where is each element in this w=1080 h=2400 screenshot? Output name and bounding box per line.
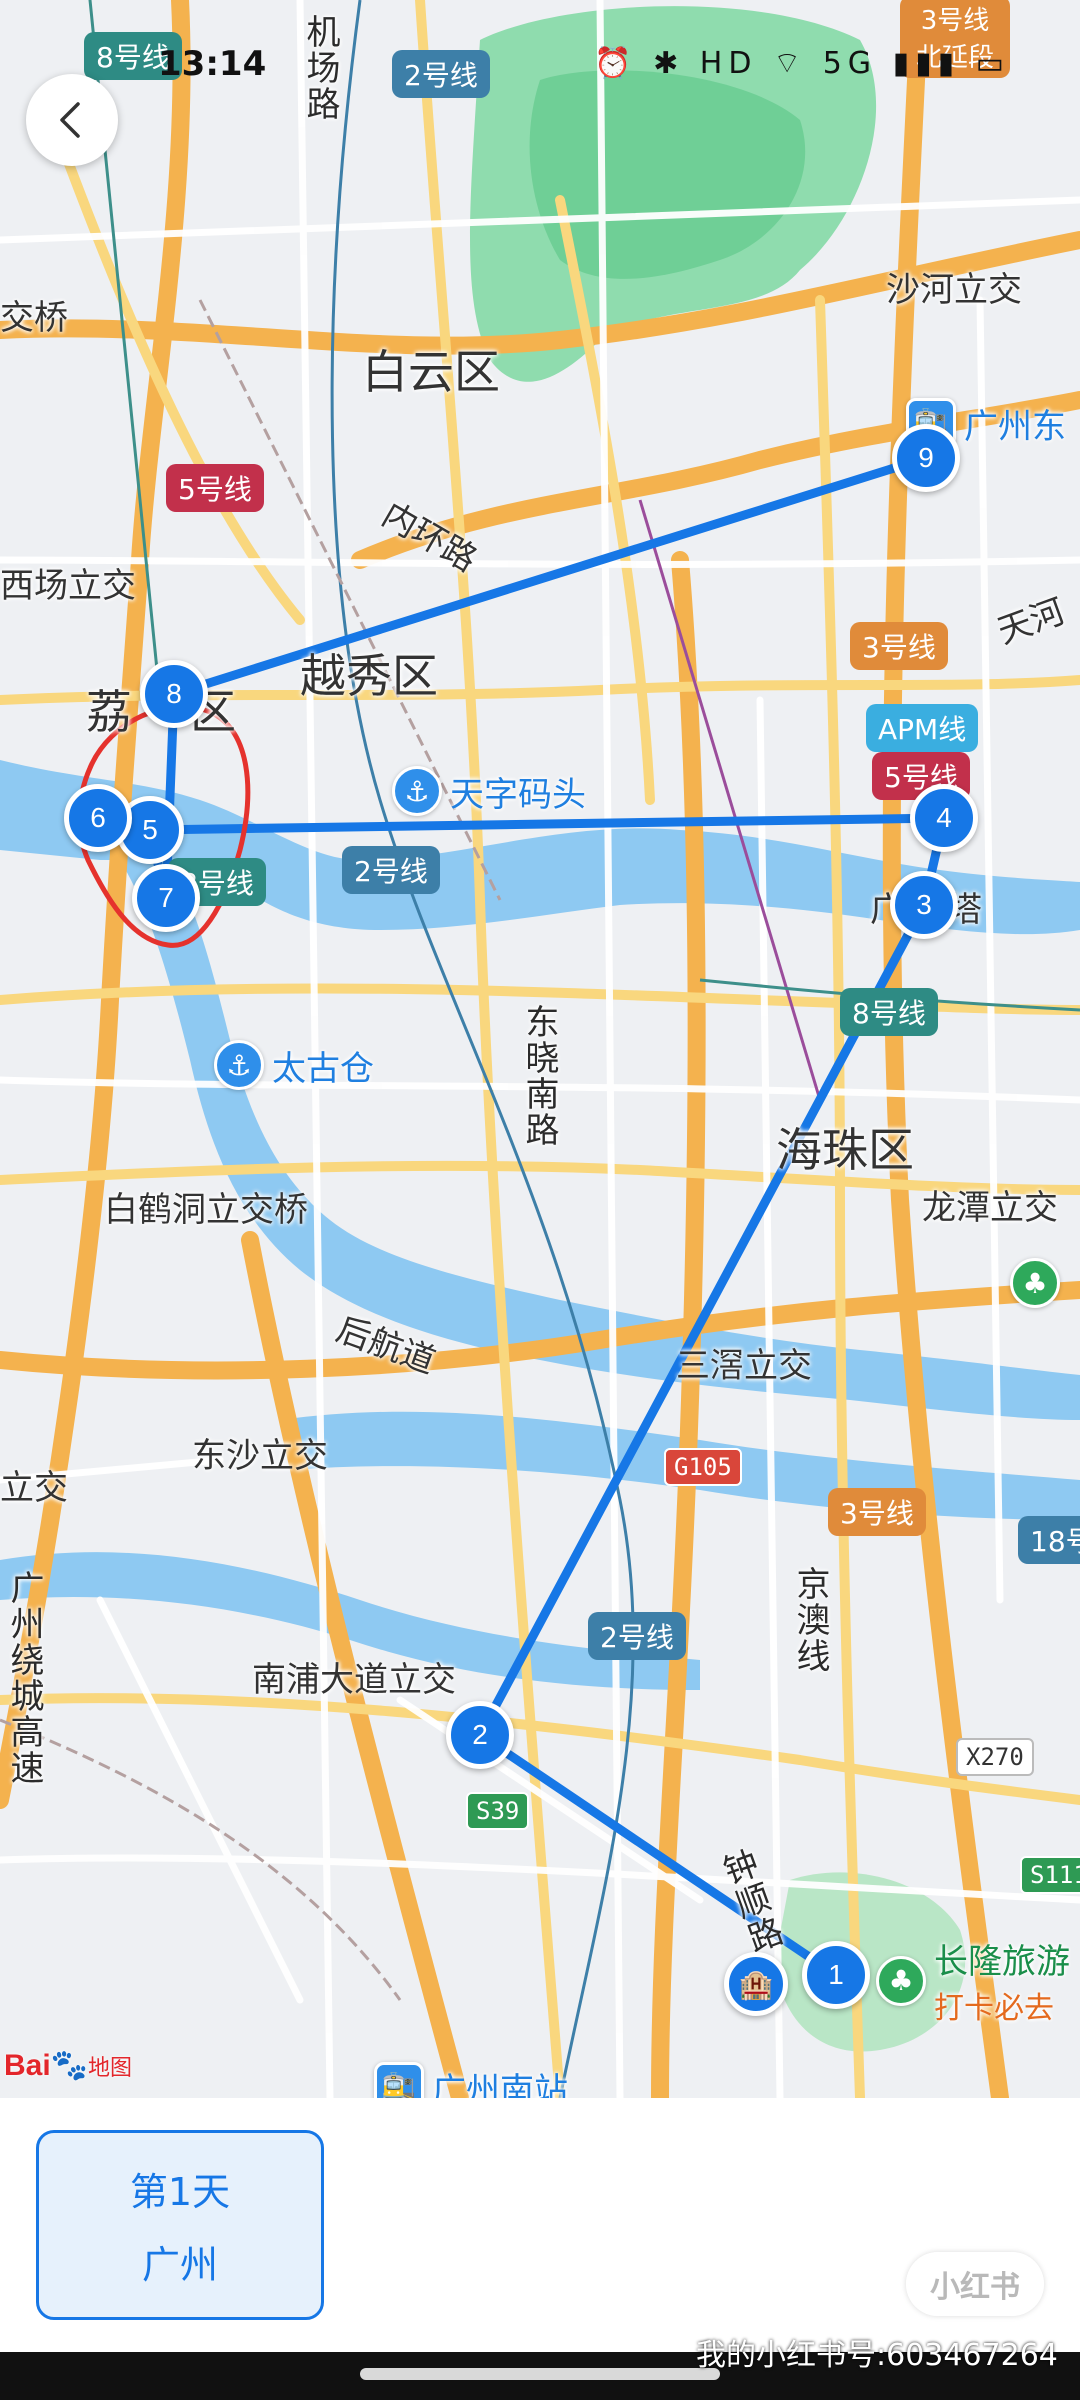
road-label-jingao-line: 京澳线 (790, 1566, 830, 1674)
back-button[interactable] (26, 74, 118, 166)
road-code-x270: X270 (956, 1738, 1034, 1776)
metro-badge-line3: 3号线 (850, 622, 948, 670)
road-label-baihedong-bridge: 白鹤洞立交桥 (104, 1190, 308, 1230)
day-card-city: 广州 (141, 2243, 218, 2287)
anchor-icon: ⚓ (214, 1040, 264, 1090)
poi-label: 太古仓 (272, 1048, 374, 1089)
route-stop-3[interactable]: 3 (890, 871, 958, 939)
route-stop-2[interactable]: 2 (446, 1701, 514, 1769)
route-stop-9[interactable]: 9 (892, 424, 960, 492)
metro-badge-line18: 18号 (1018, 1516, 1080, 1564)
metro-badge-line2-mid: 2号线 (342, 846, 440, 894)
route-stop-8[interactable]: 8 (140, 660, 208, 728)
paw-icon: 🐾 (50, 2049, 89, 2082)
metro-badge-apm: APM线 (866, 704, 979, 752)
road-label-airport-road: 机场路 (300, 14, 340, 122)
baidu-logo-text: Bai (4, 2049, 51, 2082)
metro-badge-line5: 5号线 (166, 464, 264, 512)
poi-label: 广州南站 (432, 2070, 568, 2099)
metro-badge-line3-north-ext: 3号线北延段 (900, 0, 1010, 78)
train-station-icon: 🚉 (374, 2062, 424, 2098)
road-code-g105: G105 (664, 1448, 742, 1486)
poi-guangzhou-south-station[interactable]: 🚉 广州南站 (374, 2062, 568, 2098)
poi-label: 广州东 (964, 406, 1066, 447)
road-label-interchange-left-low: 立交 (0, 1468, 68, 1508)
home-indicator[interactable] (360, 2368, 720, 2380)
tree-icon: ♣ (1010, 1258, 1060, 1308)
road-code-s111: S111 (1020, 1856, 1080, 1894)
poi-taigu-warehouse[interactable]: ⚓ 太古仓 (214, 1040, 374, 1090)
road-label-dongxiao-south: 东晓南路 (519, 1004, 559, 1148)
baidu-map-logo: Bai🐾地图 (4, 2048, 132, 2083)
route-stop-1[interactable]: 1 (802, 1941, 870, 2009)
district-yuexiu: 越秀区 (300, 649, 438, 703)
poi-park-right[interactable]: ♣ (1010, 1258, 1060, 1308)
route-stop-7[interactable]: 7 (132, 864, 200, 932)
metro-badge-line2-south: 2号线 (588, 1612, 686, 1660)
poi-tianzi-pier[interactable]: ⚓ 天字码头 (392, 766, 586, 816)
district-liwan-part1: 荔 (86, 685, 132, 739)
baidu-logo-suffix: 地图 (88, 2055, 133, 2080)
metro-badge-line2: 2号线 (392, 50, 490, 98)
road-label-shahe-interchange: 沙河立交 (886, 270, 1022, 310)
chevron-left-icon (60, 102, 80, 138)
district-baiyun: 白云区 (362, 345, 500, 399)
metro-badge-line3-south: 3号线 (828, 1488, 926, 1536)
route-stop-4[interactable]: 4 (910, 784, 978, 852)
map-view[interactable]: 白云区 越秀区 荔 区 海珠区 内环路 东晓南路 后航道 三滘立交 东沙立交 南… (0, 0, 1080, 2098)
hotel-icon: 🏨 (738, 1968, 774, 2000)
poi-chimelong[interactable]: ♣ 长隆旅游 打卡必去 (876, 1934, 1070, 2027)
poi-label: 长隆旅游 (934, 1942, 1070, 1982)
xiaohongshu-logo: 小红书 (906, 2252, 1044, 2316)
day-card-1[interactable]: 第1天 广州 (36, 2130, 324, 2320)
road-label-dongsha-interchange: 东沙立交 (192, 1436, 328, 1476)
road-label-interchange-left: 交桥 (0, 298, 68, 338)
road-label-longtan-interchange: 龙潭立交 (922, 1188, 1058, 1228)
anchor-icon: ⚓ (392, 766, 442, 816)
route-stop-6[interactable]: 6 (64, 784, 132, 852)
watermark: 我的小红书号:603467264 (696, 2338, 1058, 2373)
road-label-nanpu-interchange: 南浦大道立交 (252, 1660, 456, 1700)
poi-label: 天字码头 (450, 774, 586, 815)
day-card-day: 第1天 (129, 2170, 231, 2214)
road-label-sanjiao-interchange: 三滘立交 (676, 1346, 812, 1386)
road-label-xichang-interchange: 西场立交 (0, 566, 136, 606)
metro-badge-line8: 8号线 (84, 32, 182, 80)
tree-icon: ♣ (876, 1955, 926, 2006)
poi-tag: 打卡必去 (934, 1991, 1054, 2026)
road-code-s39: S39 (466, 1792, 530, 1830)
road-label-ring-expressway: 广州绕城高速 (4, 1570, 44, 1786)
metro-badge-line8-east: 8号线 (840, 988, 938, 1036)
hotel-marker[interactable]: 🏨 (724, 1952, 788, 2016)
district-haizhu: 海珠区 (776, 1123, 914, 1177)
